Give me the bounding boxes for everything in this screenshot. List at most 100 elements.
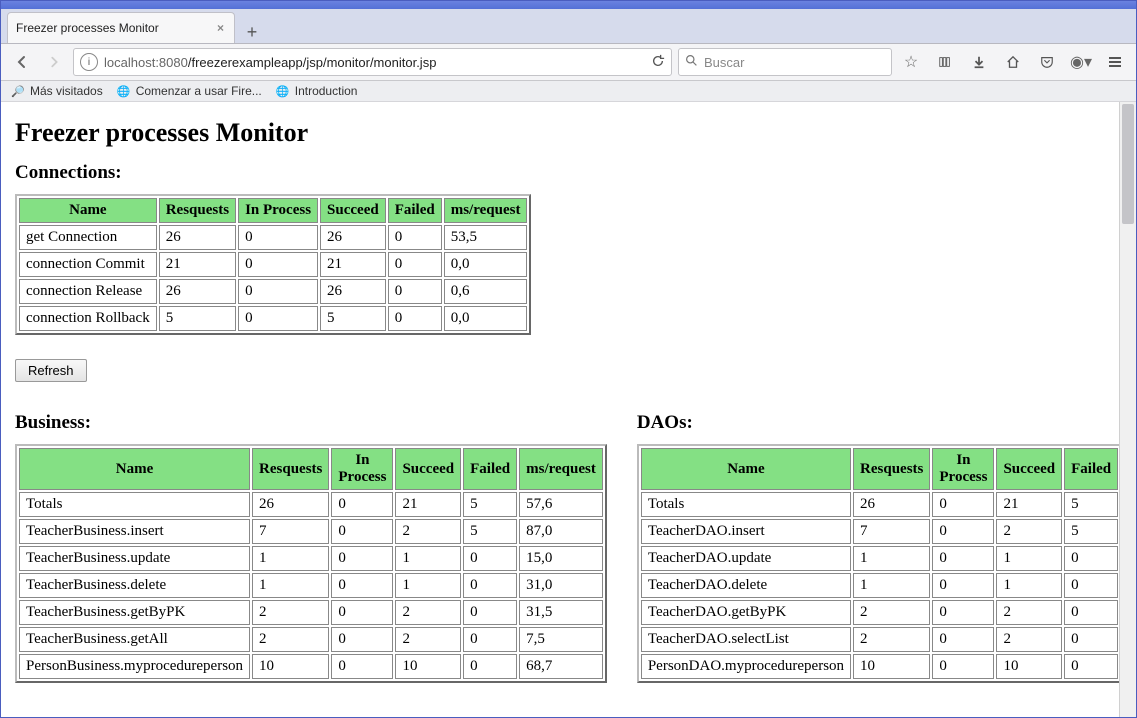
info-icon[interactable]: i (80, 53, 98, 71)
cell-ms: 87,0 (519, 519, 603, 544)
col-failed: Failed (388, 198, 442, 223)
cell-failed: 0 (1064, 627, 1118, 652)
bookmark-label: Introduction (295, 84, 358, 98)
cell-failed: 5 (1064, 519, 1118, 544)
table-header-row: Name Resquests In Process Succeed Failed… (19, 198, 527, 223)
col-succeed: Succeed (395, 448, 461, 490)
table-row: TeacherDAO.update101015,0 (641, 546, 1136, 571)
table-row: TeacherDAO.getByPK202031,5 (641, 600, 1136, 625)
cell-succeed: 5 (320, 306, 386, 331)
col-ms-request: ms/request (519, 448, 603, 490)
search-bar[interactable]: Buscar (678, 48, 892, 76)
cell-requests: 26 (853, 492, 930, 517)
cell-name: TeacherDAO.getByPK (641, 600, 851, 625)
cell-succeed: 21 (996, 492, 1062, 517)
pocket-icon[interactable] (1034, 49, 1060, 75)
home-icon[interactable] (1000, 49, 1026, 75)
cell-name: TeacherBusiness.delete (19, 573, 250, 598)
cell-requests: 1 (252, 546, 329, 571)
table-row: TeacherBusiness.insert702587,0 (19, 519, 603, 544)
star-icon[interactable]: ☆ (898, 49, 924, 75)
col-name: Name (641, 448, 851, 490)
close-icon[interactable]: × (215, 21, 226, 35)
download-icon[interactable] (966, 49, 992, 75)
cell-name: PersonDAO.myprocedureperson (641, 654, 851, 679)
cell-failed: 0 (1064, 573, 1118, 598)
tab-active[interactable]: Freezer processes Monitor × (7, 12, 235, 43)
library-icon[interactable] (932, 49, 958, 75)
bookmark-firefox-start[interactable]: 🌐 Comenzar a usar Fire... (117, 84, 262, 98)
cell-ms: 7,5 (519, 627, 603, 652)
col-ms-request: ms/request (444, 198, 528, 223)
cell-requests: 10 (853, 654, 930, 679)
cell-succeed: 2 (996, 627, 1062, 652)
scrollbar-thumb[interactable] (1122, 104, 1134, 224)
cell-failed: 0 (463, 600, 517, 625)
reload-icon[interactable] (651, 54, 665, 71)
new-tab-button[interactable]: + (241, 21, 263, 43)
toolbar-right: ☆ ◉▾ (898, 49, 1128, 75)
cell-name: get Connection (19, 225, 157, 250)
cell-succeed: 10 (395, 654, 461, 679)
col-succeed: Succeed (996, 448, 1062, 490)
search-icon (685, 54, 698, 70)
bookmark-label: Más visitados (30, 84, 103, 98)
cell-requests: 2 (853, 627, 930, 652)
cell-succeed: 2 (395, 519, 461, 544)
cell-succeed: 2 (996, 519, 1062, 544)
window-titlebar (1, 1, 1136, 9)
tab-title: Freezer processes Monitor (16, 21, 209, 35)
cell-succeed: 21 (320, 252, 386, 277)
cell-failed: 0 (1064, 654, 1118, 679)
table-row: connection Release2602600,6 (19, 279, 527, 304)
cell-requests: 21 (159, 252, 236, 277)
col-failed: Failed (463, 448, 517, 490)
cell-name: TeacherDAO.update (641, 546, 851, 571)
cell-ms: 53,5 (444, 225, 528, 250)
connections-heading: Connections: (15, 162, 1122, 184)
url-text: localhost:8080/freezerexampleapp/jsp/mon… (104, 55, 436, 70)
cell-name: connection Rollback (19, 306, 157, 331)
cell-name: connection Release (19, 279, 157, 304)
cell-name: TeacherDAO.selectList (641, 627, 851, 652)
bookmark-most-visited[interactable]: 🔎 Más visitados (11, 84, 103, 98)
url-bar[interactable]: i localhost:8080/freezerexampleapp/jsp/m… (73, 48, 672, 76)
scrollbar[interactable] (1119, 102, 1136, 717)
cell-name: TeacherDAO.delete (641, 573, 851, 598)
menu-icon[interactable] (1102, 49, 1128, 75)
col-requests: Resquests (159, 198, 236, 223)
table-row: TeacherDAO.selectList20207,5 (641, 627, 1136, 652)
cell-requests: 5 (159, 306, 236, 331)
table-row: PersonDAO.myprocedureperson10010067,1 (641, 654, 1136, 679)
table-row: TeacherBusiness.update101015,0 (19, 546, 603, 571)
cell-name: TeacherBusiness.getAll (19, 627, 250, 652)
refresh-button[interactable]: Refresh (15, 359, 87, 382)
cell-ms: 15,0 (519, 546, 603, 571)
bookmark-introduction[interactable]: 🌐 Introduction (276, 84, 358, 98)
sync-icon[interactable]: ◉▾ (1068, 49, 1094, 75)
cell-in_process: 0 (932, 519, 994, 544)
cell-failed: 0 (388, 306, 442, 331)
cell-in_process: 0 (331, 654, 393, 679)
cell-requests: 1 (853, 573, 930, 598)
cell-ms: 31,5 (519, 600, 603, 625)
cell-requests: 10 (252, 654, 329, 679)
col-failed: Failed (1064, 448, 1118, 490)
globe-icon: 🌐 (117, 84, 131, 98)
cell-succeed: 10 (996, 654, 1062, 679)
cell-succeed: 1 (996, 573, 1062, 598)
cell-in_process: 0 (932, 654, 994, 679)
forward-icon (41, 49, 67, 75)
cell-requests: 7 (853, 519, 930, 544)
browser-window: Freezer processes Monitor × + i localhos… (0, 0, 1137, 718)
cell-succeed: 2 (996, 600, 1062, 625)
cell-succeed: 26 (320, 279, 386, 304)
table-row: Totals26021554,6 (641, 492, 1136, 517)
table-header-row: Name Resquests InProcess Succeed Failed … (19, 448, 603, 490)
back-icon[interactable] (9, 49, 35, 75)
bookmark-label: Comenzar a usar Fire... (136, 84, 262, 98)
cell-succeed: 21 (395, 492, 461, 517)
search-placeholder: Buscar (704, 55, 744, 70)
cell-requests: 26 (159, 279, 236, 304)
cell-name: TeacherDAO.insert (641, 519, 851, 544)
